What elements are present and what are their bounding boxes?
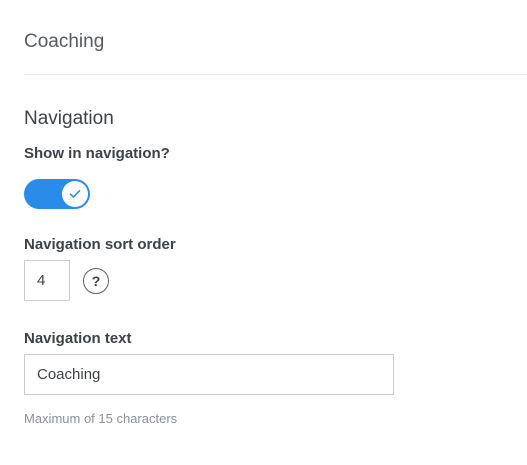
section-title-navigation: Navigation (24, 108, 114, 129)
navigation-text-input[interactable] (24, 354, 394, 395)
show-in-navigation-toggle[interactable] (24, 179, 90, 209)
divider (24, 74, 527, 75)
page-title: Coaching (24, 31, 105, 52)
navigation-sort-order-input[interactable] (24, 260, 70, 301)
toggle-knob (62, 181, 88, 207)
navigation-text-label: Navigation text (24, 330, 132, 347)
checkmark-icon (69, 190, 81, 198)
navigation-text-hint: Maximum of 15 characters (24, 411, 178, 426)
help-question-icon[interactable]: ? (83, 268, 109, 294)
page: Coaching Navigation Show in navigation? … (0, 0, 527, 465)
navigation-sort-order-label: Navigation sort order (24, 236, 176, 253)
show-in-navigation-label: Show in navigation? (24, 145, 170, 162)
